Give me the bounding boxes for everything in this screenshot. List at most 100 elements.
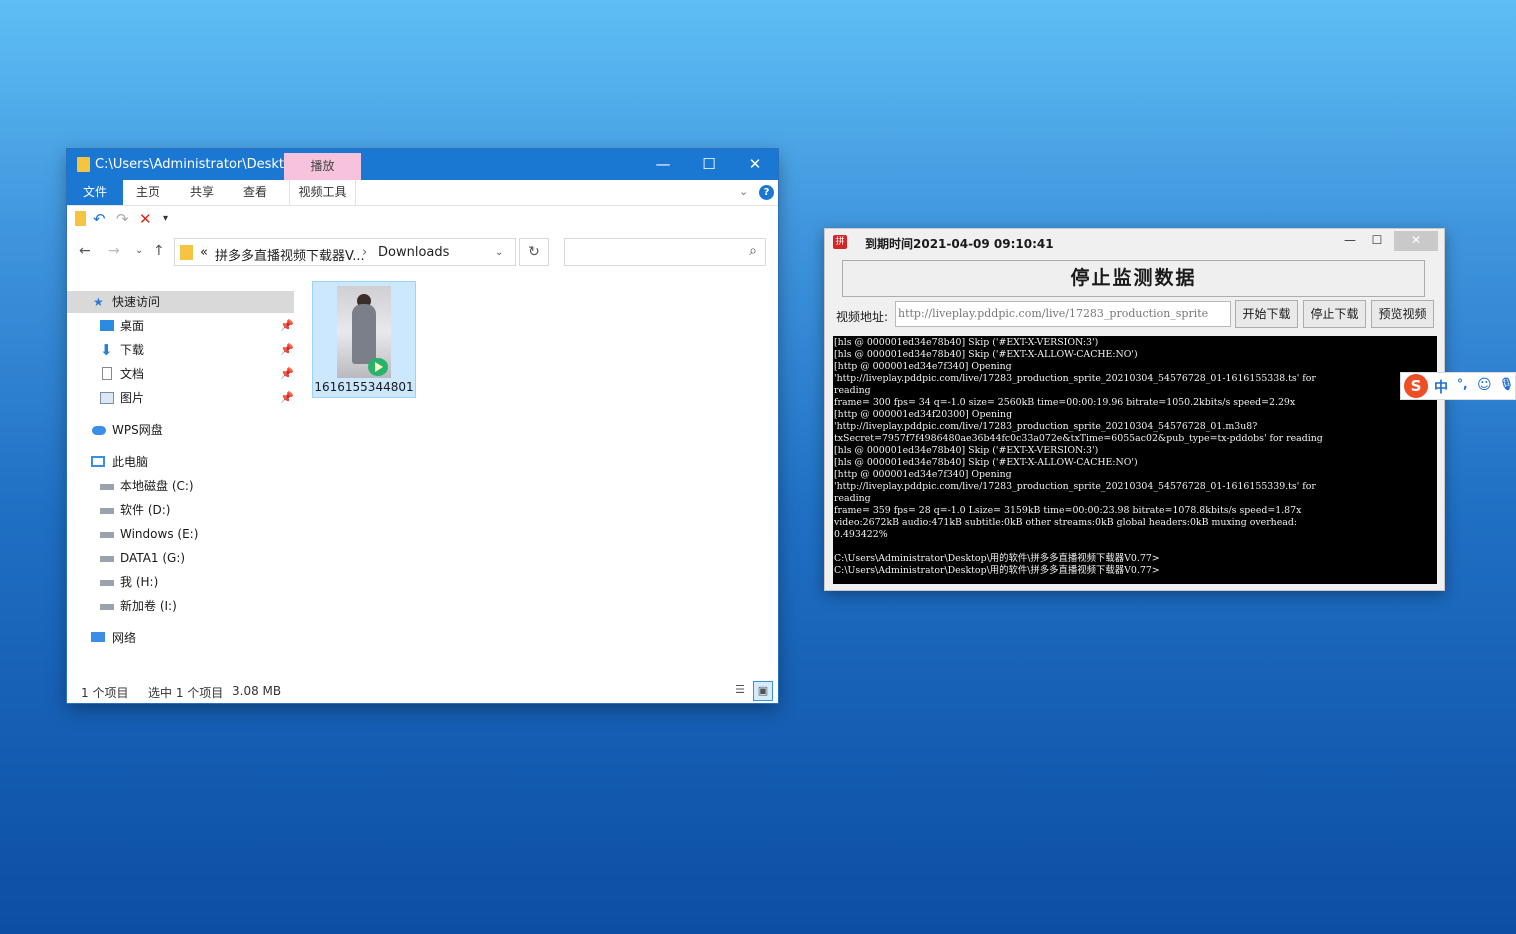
details-view-icon[interactable]: ☰ (730, 681, 750, 701)
delete-icon[interactable]: ✕ (139, 210, 152, 228)
large-icons-view-icon[interactable]: ▣ (753, 681, 773, 701)
up-arrow-icon[interactable]: ↑ (153, 243, 165, 259)
close-button[interactable]: ✕ (1394, 231, 1438, 251)
folder-icon (180, 245, 193, 260)
nav-label: 我 (H:) (120, 575, 159, 589)
window-title: C:\Users\Administrator\Deskto... (95, 157, 305, 172)
address-row: ← → ⌄ ↑ « 拼多多直播视频下载器V... › Downloads ⌄ ↻… (67, 232, 778, 272)
desktop-icon (100, 320, 114, 331)
minimize-button[interactable]: — (640, 149, 686, 180)
video-thumbnail (337, 286, 391, 378)
help-icon[interactable]: ? (759, 185, 774, 200)
video-url-input[interactable]: http://liveplay.pddpic.com/live/17283_pr… (895, 301, 1231, 327)
tab-share[interactable]: 共享 (181, 180, 223, 205)
console-line: [http @ 000001ed34e7f340] Opening (834, 469, 1012, 480)
maximize-button[interactable]: ☐ (1366, 231, 1388, 251)
console-line: 'http://liveplay.pddpic.com/live/17283_p… (834, 481, 1316, 492)
nav-network[interactable]: 网络 (67, 627, 294, 649)
console-line: reading (834, 385, 871, 396)
console-line: 'http://liveplay.pddpic.com/live/17283_p… (834, 421, 1258, 432)
nav-documents[interactable]: 文档 📌 (67, 363, 294, 385)
context-tab-play[interactable]: 播放 (284, 153, 361, 180)
stop-download-button[interactable]: 停止下载 (1303, 300, 1366, 328)
tab-view[interactable]: 查看 (234, 180, 276, 205)
file-name: 1616155344801 (314, 380, 414, 394)
undo-icon[interactable]: ↶ (93, 210, 106, 228)
console-line: [http @ 000001ed34e7f340] Opening (834, 361, 1012, 372)
nav-wps-cloud[interactable]: WPS网盘 (67, 419, 294, 441)
file-item-video[interactable]: 1616155344801 (312, 281, 416, 398)
address-bar[interactable]: « 拼多多直播视频下载器V... › Downloads ⌄ (174, 238, 516, 266)
video-play-icon (368, 358, 388, 376)
pin-icon[interactable]: 📌 (280, 315, 294, 337)
nav-label: 快速访问 (112, 295, 161, 309)
search-input[interactable]: ⌕ (564, 238, 766, 266)
console-line: video:2672kB audio:471kB subtitle:0kB ot… (834, 517, 1298, 528)
microphone-icon[interactable]: 🎙 (1499, 377, 1514, 391)
console-output[interactable]: [hls @ 000001ed34e78b40] Skip ('#EXT-X-V… (833, 336, 1437, 584)
drive-icon (100, 484, 114, 490)
punctuation-toggle[interactable]: °, (1457, 377, 1468, 391)
maximize-button[interactable]: ☐ (686, 149, 732, 180)
nav-drive-i[interactable]: 新加卷 (I:) (67, 595, 294, 617)
nav-quick-access[interactable]: ★ 快速访问 (67, 291, 294, 313)
nav-label: 网络 (112, 631, 137, 645)
console-line: reading (834, 493, 871, 504)
nav-label: 本地磁盘 (C:) (120, 479, 194, 493)
quick-access-toolbar: ↶ ↷ ✕ ▾ (67, 206, 778, 232)
pictures-icon (100, 392, 114, 404)
chevron-down-icon[interactable]: ⌄ (739, 185, 748, 198)
close-button[interactable]: ✕ (732, 149, 778, 180)
computer-icon (91, 456, 105, 467)
nav-label: 软件 (D:) (120, 503, 171, 517)
redo-icon[interactable]: ↷ (116, 210, 129, 228)
pin-icon[interactable]: 📌 (280, 339, 294, 361)
nav-drive-d[interactable]: 软件 (D:) (67, 499, 294, 521)
recent-locations-icon[interactable]: ⌄ (135, 245, 143, 256)
emoji-icon[interactable]: ☺ (1477, 377, 1492, 393)
nav-pictures[interactable]: 图片 📌 (67, 387, 294, 409)
nav-drive-c[interactable]: 本地磁盘 (C:) (67, 475, 294, 497)
sogou-logo-icon[interactable]: S (1404, 374, 1428, 398)
downloader-titlebar[interactable]: 拼 到期时间2021-04-09 09:10:41 — ☐ ✕ (825, 229, 1444, 255)
stop-monitor-button[interactable]: 停止监测数据 (842, 260, 1425, 297)
document-icon (102, 367, 112, 380)
file-explorer-window: C:\Users\Administrator\Deskto... 播放 — ☐ … (67, 149, 778, 703)
pin-icon[interactable]: 📌 (280, 363, 294, 385)
nav-downloads[interactable]: ⬇ 下载 📌 (67, 339, 294, 361)
breadcrumb-separator: › (362, 245, 368, 260)
ime-toolbar: S 中 °, ☺ 🎙 (1400, 372, 1516, 400)
nav-label: 图片 (120, 391, 145, 405)
address-history-icon[interactable]: ⌄ (495, 247, 503, 258)
minimize-button[interactable]: — (1339, 231, 1361, 251)
customize-dropdown-icon[interactable]: ▾ (163, 213, 168, 224)
console-line: 'http://liveplay.pddpic.com/live/17283_p… (834, 373, 1316, 384)
tab-home[interactable]: 主页 (127, 180, 169, 205)
preview-video-button[interactable]: 预览视频 (1371, 300, 1434, 328)
nav-this-pc[interactable]: 此电脑 (67, 451, 294, 473)
start-download-button[interactable]: 开始下载 (1235, 300, 1298, 328)
ime-mode-toggle[interactable]: 中 (1434, 377, 1448, 397)
tab-file[interactable]: 文件 (67, 180, 123, 205)
nav-drive-e[interactable]: Windows (E:) (67, 523, 294, 545)
nav-drive-h[interactable]: 我 (H:) (67, 571, 294, 593)
breadcrumb-overflow[interactable]: « (200, 245, 208, 260)
nav-drive-g[interactable]: DATA1 (G:) (67, 547, 294, 569)
console-line: [hls @ 000001ed34e78b40] Skip ('#EXT-X-V… (834, 445, 1099, 456)
tab-video-tools[interactable]: 视频工具 (289, 180, 356, 205)
refresh-icon[interactable]: ↻ (519, 238, 549, 266)
console-line: 0.493422% (834, 529, 888, 540)
drive-icon (100, 604, 114, 610)
forward-arrow-icon[interactable]: → (108, 243, 120, 259)
breadcrumb-app-folder[interactable]: 拼多多直播视频下载器V... (215, 245, 365, 264)
nav-label: Windows (E:) (120, 527, 199, 541)
status-bar: 1 个项目 选中 1 个项目 3.08 MB ☰ ▣ (67, 679, 778, 703)
folder-icon[interactable] (75, 211, 86, 226)
nav-label: 文档 (120, 367, 145, 381)
nav-desktop[interactable]: 桌面 📌 (67, 315, 294, 337)
explorer-titlebar[interactable]: C:\Users\Administrator\Deskto... 播放 — ☐ … (67, 149, 778, 180)
back-arrow-icon[interactable]: ← (79, 243, 91, 259)
pin-icon[interactable]: 📌 (280, 387, 294, 409)
breadcrumb-downloads[interactable]: Downloads (378, 245, 449, 260)
